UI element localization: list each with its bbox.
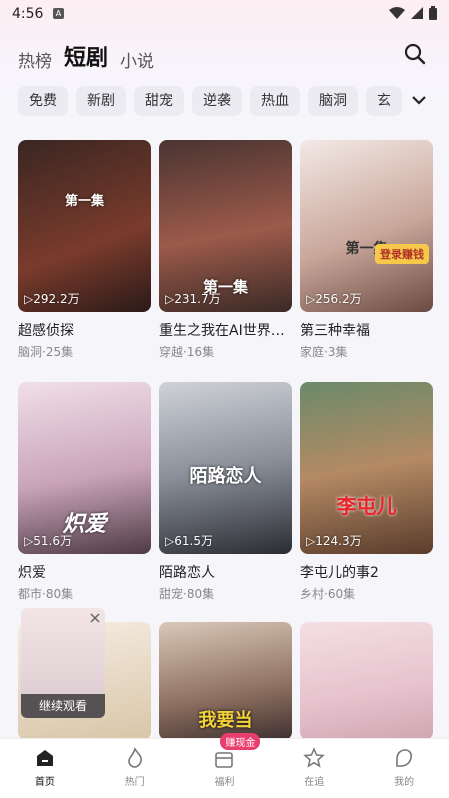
drama-title: 重生之我在AI世界… — [159, 323, 285, 339]
drama-card[interactable]: 炽爱 ▷51.6万 炽爱 都市·80集 — [18, 382, 151, 602]
drama-meta: 甜宠·80集 — [159, 587, 215, 601]
drama-meta: 都市·80集 — [18, 587, 74, 601]
drama-meta: 穿越·16集 — [159, 345, 215, 359]
poster-text: 第一集 — [64, 194, 104, 209]
drama-card[interactable]: 我要当 — [159, 622, 292, 740]
continue-watching-panel[interactable]: 继续观看 — [21, 608, 105, 718]
drama-card[interactable]: 第一集 登录赚钱 ▷256.2万 第三种幸福 家庭·3集 — [300, 140, 433, 360]
drama-title: 李屯儿的事2 — [300, 565, 379, 581]
status-indicators — [389, 6, 437, 20]
chip-action[interactable]: 热血 — [250, 86, 300, 116]
nav-label: 我的 — [394, 777, 415, 788]
status-time: 4:56 — [12, 6, 44, 22]
drama-meta: 乡村·60集 — [300, 587, 356, 601]
poster-text: 陌路恋人 — [189, 466, 262, 487]
drama-card[interactable]: 第一集 ▷292.2万 超感侦探 脑洞·25集 — [18, 140, 151, 360]
chip-sweet[interactable]: 甜宠 — [134, 86, 184, 116]
nav-label: 热门 — [124, 777, 145, 788]
star-icon — [303, 747, 326, 768]
poster-image — [300, 622, 433, 740]
poster-image: 炽爱 ▷51.6万 — [18, 382, 151, 554]
play-count: ▷124.3万 — [306, 534, 362, 548]
poster-text: 我要当 — [198, 710, 253, 731]
category-chips: 免费 新剧 甜宠 逆袭 热血 脑洞 玄 — [18, 86, 408, 116]
drama-title: 炽爱 — [18, 565, 46, 581]
poster-image: 第一集 登录赚钱 ▷256.2万 — [300, 140, 433, 312]
chip-mystic[interactable]: 玄 — [366, 86, 402, 116]
close-icon[interactable] — [89, 612, 101, 624]
nav-label: 福利 — [214, 777, 235, 788]
chip-fantasy[interactable]: 脑洞 — [308, 86, 358, 116]
drama-card[interactable]: 陌路恋人 ▷61.5万 陌路恋人 甜宠·80集 — [159, 382, 292, 602]
flame-icon — [127, 747, 142, 768]
continue-watching-label: 继续观看 — [21, 694, 105, 718]
play-count: ▷61.5万 — [165, 534, 213, 548]
nav-home[interactable]: 首页 — [0, 739, 90, 798]
drama-meta: 脑洞·25集 — [18, 345, 74, 359]
tab-hot-list[interactable]: 热榜 — [18, 47, 52, 72]
drama-title: 第三种幸福 — [300, 323, 370, 339]
nav-following[interactable]: 在追 — [269, 739, 359, 798]
nav-welfare[interactable]: 赚现金 福利 — [180, 733, 270, 798]
nav-label: 首页 — [34, 777, 55, 788]
signal-icon — [411, 7, 423, 19]
chevron-down-icon[interactable] — [409, 88, 429, 112]
poster-text: 李屯儿 — [336, 494, 397, 518]
play-count: ▷256.2万 — [306, 292, 362, 306]
poster-image: 第一集 ▷292.2万 — [18, 140, 151, 312]
poster-image: 我要当 — [159, 622, 292, 740]
drama-meta: 家庭·3集 — [300, 345, 348, 359]
notification-app-icon: A — [53, 8, 64, 19]
drama-card[interactable]: 第一集 ▷231.7万 重生之我在AI世界… 穿越·16集 — [159, 140, 292, 360]
drama-title: 超感侦探 — [18, 323, 74, 339]
search-icon[interactable] — [403, 42, 427, 66]
chip-free[interactable]: 免费 — [18, 86, 68, 116]
poster-image: 陌路恋人 ▷61.5万 — [159, 382, 292, 554]
chip-new[interactable]: 新剧 — [76, 86, 126, 116]
login-earn-badge[interactable]: 登录赚钱 — [375, 244, 429, 264]
drama-title: 陌路恋人 — [159, 565, 215, 581]
poster-image: 李屯儿 ▷124.3万 — [300, 382, 433, 554]
top-tabs: 热榜 短剧 小说 — [18, 42, 154, 72]
home-icon — [36, 750, 53, 766]
nav-mine[interactable]: 我的 — [359, 739, 449, 798]
battery-icon — [429, 6, 437, 20]
profile-icon — [396, 749, 413, 767]
chip-comeback[interactable]: 逆袭 — [192, 86, 242, 116]
poster-image: 第一集 ▷231.7万 — [159, 140, 292, 312]
tab-novel[interactable]: 小说 — [120, 47, 154, 72]
play-count: ▷292.2万 — [24, 292, 80, 306]
tab-short-drama[interactable]: 短剧 — [64, 40, 108, 72]
play-count: ▷51.6万 — [24, 534, 72, 548]
earn-cash-badge: 赚现金 — [220, 733, 261, 750]
status-bar: 4:56 A — [0, 0, 449, 30]
gift-icon — [215, 752, 234, 768]
play-count: ▷231.7万 — [165, 292, 221, 306]
drama-card[interactable]: 李屯儿 ▷124.3万 李屯儿的事2 乡村·60集 — [300, 382, 433, 602]
wifi-icon — [389, 7, 405, 19]
nav-label: 在追 — [304, 777, 325, 788]
bottom-nav: 首页 热门 赚现金 福利 在追 我的 — [0, 733, 449, 798]
drama-card[interactable] — [300, 622, 433, 740]
nav-hot[interactable]: 热门 — [90, 739, 180, 798]
